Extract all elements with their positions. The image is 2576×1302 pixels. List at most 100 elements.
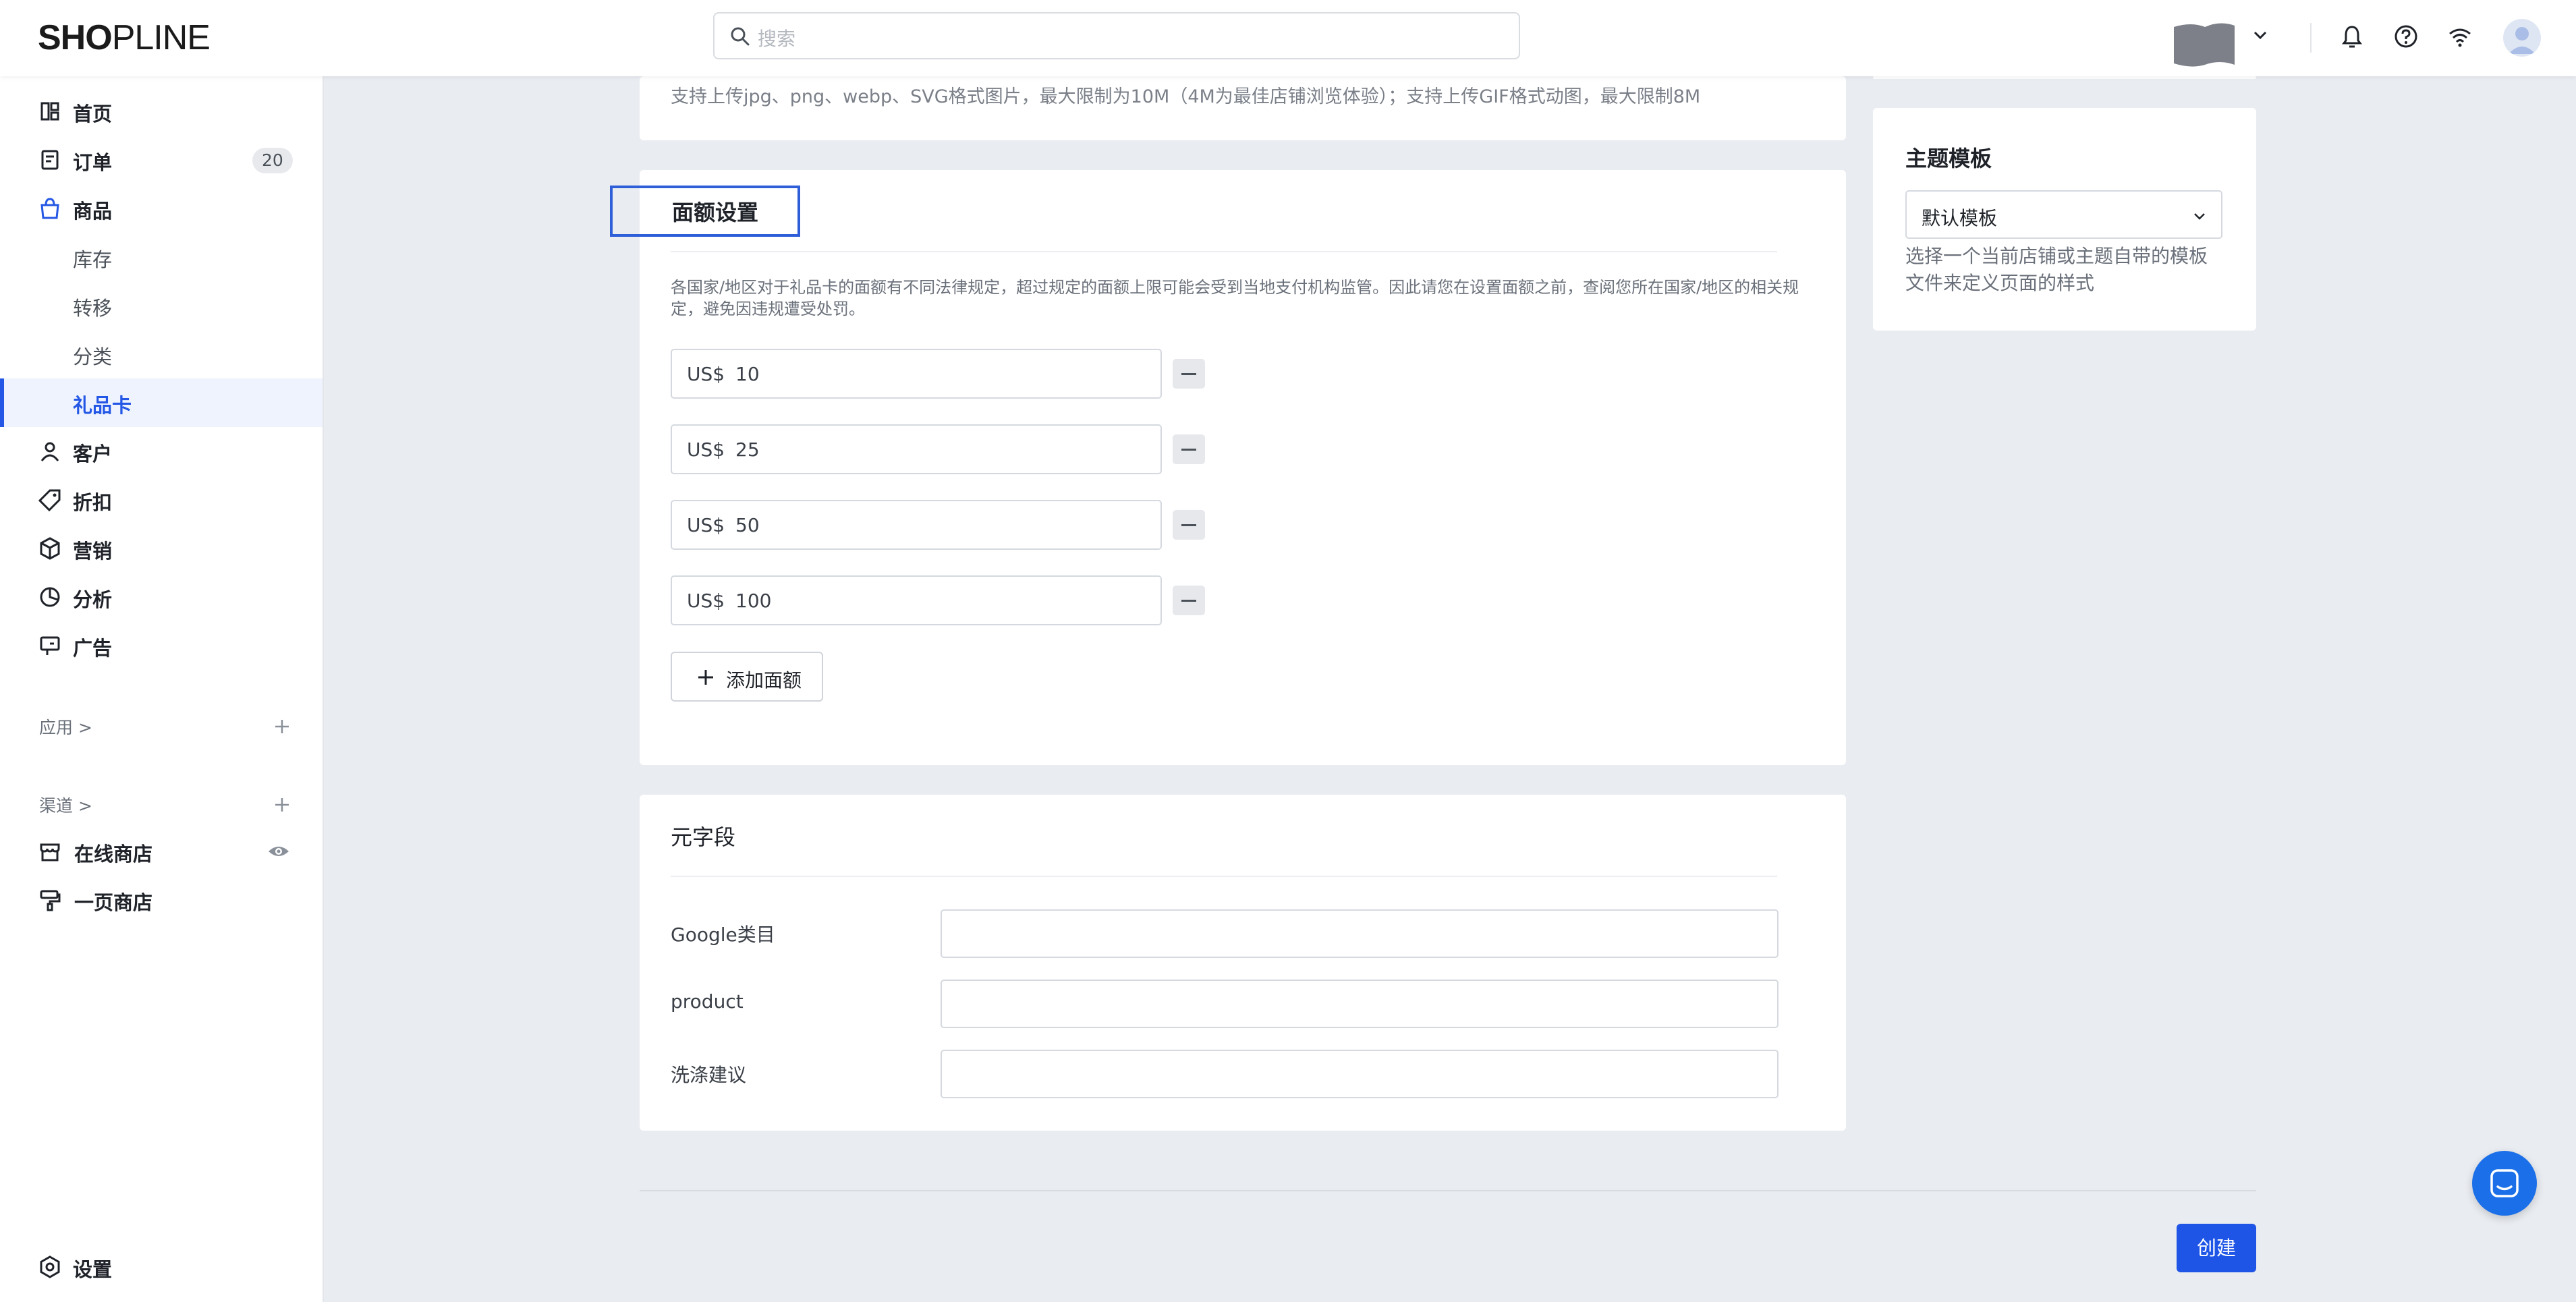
chevron-down-icon[interactable] xyxy=(2251,26,2270,45)
sidebar-item-label: 折扣 xyxy=(73,491,113,514)
help-icon[interactable] xyxy=(2392,23,2419,50)
sidebar-item-label: 一页商店 xyxy=(74,891,153,914)
search-icon xyxy=(731,27,750,46)
footer-divider xyxy=(640,1190,2256,1191)
denomination-title: 面额设置 xyxy=(672,200,759,225)
currency-prefix: US$ xyxy=(687,438,725,461)
sidebar-item-label: 客户 xyxy=(73,443,113,465)
sidebar-item-label: 订单 xyxy=(73,151,113,174)
eye-icon[interactable] xyxy=(267,842,290,861)
theme-template-value: 默认模板 xyxy=(1922,207,1998,229)
store-logo-icon[interactable] xyxy=(2171,20,2237,69)
currency-prefix: US$ xyxy=(687,514,725,536)
metafield-product-input[interactable] xyxy=(941,980,1779,1028)
sidebar-item-discounts[interactable]: 折扣 xyxy=(0,476,323,524)
bell-icon[interactable] xyxy=(2339,23,2365,50)
search-input[interactable]: 搜索 xyxy=(713,12,1520,59)
currency-prefix: US$ xyxy=(687,590,725,612)
logo-text-part1: SH xyxy=(38,18,86,57)
divider xyxy=(671,251,1777,252)
add-app-plus-icon[interactable] xyxy=(273,717,291,736)
chat-icon xyxy=(2490,1169,2519,1197)
metafield-label: product xyxy=(671,990,744,1013)
chat-support-button[interactable] xyxy=(2472,1151,2537,1216)
search-placeholder: 搜索 xyxy=(758,28,796,50)
amount-input[interactable]: US$ 50 xyxy=(671,500,1162,550)
sidebar-item-inventory[interactable]: 库存 xyxy=(0,233,323,281)
sidebar-item-gift-cards[interactable]: 礼品卡 xyxy=(0,378,323,427)
remove-amount-button[interactable] xyxy=(1173,359,1205,389)
add-denomination-label: 添加面额 xyxy=(726,669,802,691)
remove-amount-button[interactable] xyxy=(1173,510,1205,540)
create-button[interactable]: 创建 xyxy=(2177,1224,2256,1272)
sidebar-item-ads[interactable]: 广告 xyxy=(0,621,323,670)
sidebar-item-products[interactable]: 商品 xyxy=(0,184,323,233)
sidebar-item-customers[interactable]: 客户 xyxy=(0,427,323,476)
amount-input[interactable]: US$ 100 xyxy=(671,575,1162,625)
sidebar-item-online-store[interactable]: 在线商店 xyxy=(0,827,323,876)
plus-icon xyxy=(698,670,713,685)
order-count-badge: 20 xyxy=(252,148,293,173)
sidebar-item-label: 分析 xyxy=(73,588,113,611)
user-avatar[interactable] xyxy=(2503,19,2541,57)
sidebar-item-one-page-store[interactable]: 一页商店 xyxy=(0,876,323,924)
logo-text-part2: O xyxy=(85,18,112,57)
pie-icon xyxy=(40,587,60,607)
sidebar: 首页 订单 20 商品 库存 转移 分类 礼品卡 客户 折扣 营销 分析 广告 xyxy=(0,76,324,1302)
sidebar-item-orders[interactable]: 订单 20 xyxy=(0,136,323,184)
dashboard-icon xyxy=(40,102,59,121)
divider xyxy=(671,876,1777,877)
amount-value: 25 xyxy=(735,438,760,461)
brush-icon xyxy=(40,890,61,911)
image-upload-card: 支持上传jpg、png、webp、SVG格式图片，最大限制为10M（4M为最佳店… xyxy=(640,76,1846,140)
minus-icon xyxy=(1181,524,1196,526)
sidebar-item-label: 在线商店 xyxy=(74,843,153,866)
order-icon xyxy=(41,150,59,170)
sidebar-item-home[interactable]: 首页 xyxy=(0,87,323,136)
sidebar-item-label: 设置 xyxy=(73,1258,113,1281)
sidebar-item-label: 礼品卡 xyxy=(73,394,132,417)
tag-icon xyxy=(38,489,61,512)
sidebar-item-label: 库存 xyxy=(73,248,113,271)
sidebar-item-transfers[interactable]: 转移 xyxy=(0,281,323,330)
sidebar-item-settings[interactable]: 设置 xyxy=(0,1243,323,1291)
add-denomination-button[interactable]: 添加面额 xyxy=(671,652,823,702)
amount-input[interactable]: US$ 25 xyxy=(671,424,1162,474)
add-channel-plus-icon[interactable] xyxy=(273,795,291,814)
top-divider xyxy=(2310,23,2312,53)
apps-section-heading[interactable]: 应用 > xyxy=(39,714,92,739)
shopline-logo[interactable]: SHOPLINE xyxy=(38,16,211,59)
sidebar-item-label: 转移 xyxy=(73,297,113,320)
channels-section-heading[interactable]: 渠道 > xyxy=(39,793,92,817)
theme-template-card: 主题模板 默认模板 选择一个当前店铺或主题自带的模板文件来定义页面的样式 xyxy=(1873,108,2256,331)
sidebar-item-label: 营销 xyxy=(73,540,113,563)
denomination-card: 面额设置 各国家/地区对于礼品卡的面额有不同法律规定，超过规定的面额上限可能会受… xyxy=(610,170,1846,765)
metafield-care-instructions-input[interactable] xyxy=(941,1050,1779,1098)
metafield-google-category-input[interactable] xyxy=(941,909,1779,958)
remove-amount-button[interactable] xyxy=(1173,586,1205,615)
remove-amount-button[interactable] xyxy=(1173,434,1205,464)
sidebar-item-label: 商品 xyxy=(73,200,113,223)
amount-input[interactable]: US$ 10 xyxy=(671,349,1162,399)
bag-icon xyxy=(40,198,59,219)
currency-prefix: US$ xyxy=(687,363,725,385)
sidebar-item-marketing[interactable]: 营销 xyxy=(0,524,323,573)
active-indicator xyxy=(0,378,4,427)
amount-value: 50 xyxy=(735,514,760,536)
sidebar-item-categories[interactable]: 分类 xyxy=(0,330,323,378)
sidebar-item-analytics[interactable]: 分析 xyxy=(0,573,323,621)
logo-text-part3: PLINE xyxy=(111,18,211,57)
theme-template-title: 主题模板 xyxy=(1905,146,1992,171)
amount-value: 10 xyxy=(735,363,760,385)
sidebar-item-label: 首页 xyxy=(73,103,113,125)
theme-template-select[interactable]: 默认模板 xyxy=(1905,190,2222,239)
metafield-label: 洗涤建议 xyxy=(671,1064,747,1086)
right-panel-top-card xyxy=(1873,76,2256,79)
minus-icon xyxy=(1181,373,1196,375)
amount-value: 100 xyxy=(735,590,772,612)
minus-icon xyxy=(1181,600,1196,602)
wifi-icon[interactable] xyxy=(2446,23,2473,50)
top-bar: SHOPLINE 搜索 xyxy=(0,0,2576,76)
sidebar-item-label: 分类 xyxy=(73,345,113,368)
user-avatar-icon xyxy=(2509,27,2536,54)
